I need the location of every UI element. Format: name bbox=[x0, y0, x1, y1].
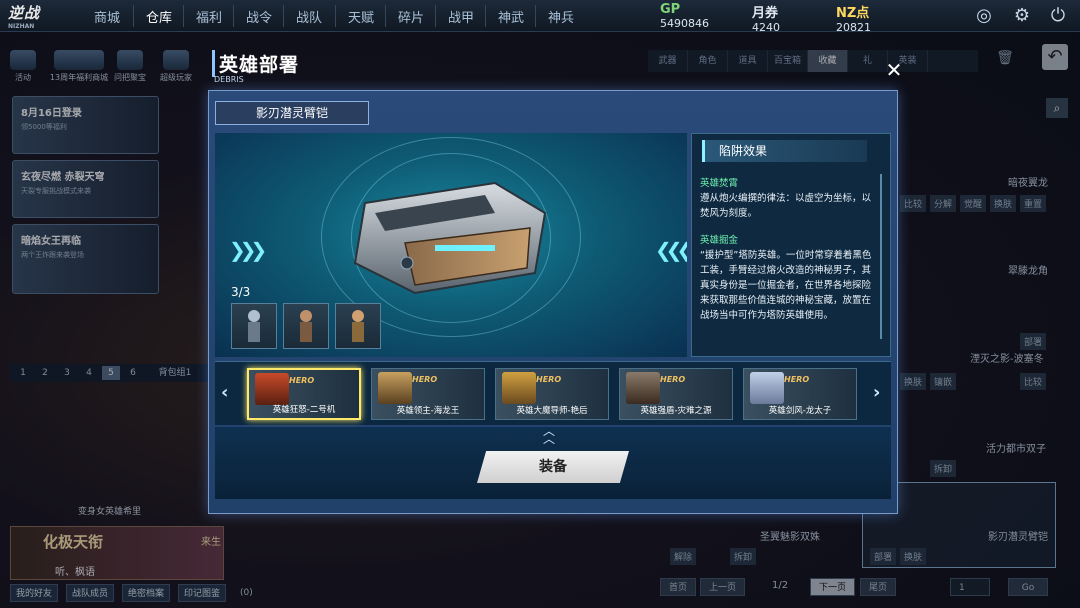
hero-figure-icon bbox=[352, 310, 364, 342]
hero-card-name: 英雄剑风-龙太子 bbox=[768, 406, 832, 416]
description-scrollbar[interactable] bbox=[880, 174, 882, 339]
effect-heading: 英雄焚霄 bbox=[700, 178, 739, 189]
equip-button[interactable]: 装备 bbox=[477, 451, 629, 483]
hero-tag: HERO bbox=[784, 375, 810, 384]
effect-text: 遵从炮火编撰的律法：以虚空为坐标，以焚风为刻度。 bbox=[700, 193, 872, 219]
nav-tab-god-weapon[interactable]: 神兵 bbox=[548, 7, 574, 26]
nav-tab-warehouse[interactable]: 仓库 bbox=[146, 7, 172, 26]
logo-sub: NIZHAN bbox=[8, 23, 35, 30]
nav-tab-clan[interactable]: 战队 bbox=[296, 7, 322, 26]
nav-divider bbox=[283, 5, 284, 27]
nav-tab-fragments[interactable]: 碎片 bbox=[398, 7, 424, 26]
hero-thumbnail[interactable] bbox=[335, 303, 381, 349]
nav-divider bbox=[485, 5, 486, 27]
settings-icon[interactable]: ⚙ bbox=[1010, 4, 1034, 28]
item-showcase: ❯❯❯ ❮❮❮ 3/3 bbox=[215, 133, 687, 357]
effect-text: “援护型”塔防英雄。一位时常穿着着黑色工装，手臂经过熔火改造的神秘男子，其真实身… bbox=[700, 250, 872, 321]
nav-tab-talent[interactable]: 天赋 bbox=[348, 7, 374, 26]
scroll-right-indicator-icon: ❯❯❯ bbox=[229, 238, 267, 262]
currency-nz: NZ点 20821 bbox=[836, 2, 871, 34]
hero-portrait bbox=[750, 372, 784, 404]
hero-card[interactable]: HERO 英雄大魔导师-艳后 bbox=[495, 368, 609, 420]
trap-effect-body: 英雄焚霄 遵从炮火编撰的律法：以虚空为坐标，以焚风为刻度。 英雄掘金 “援护型”… bbox=[700, 176, 876, 323]
nav-tab-divine-weapon[interactable]: 神武 bbox=[498, 7, 524, 26]
item-name-tab[interactable]: 影刃潜灵臂铠 bbox=[215, 101, 369, 125]
prev-arrow-icon[interactable]: ‹ bbox=[221, 382, 228, 403]
next-arrow-icon[interactable]: › bbox=[873, 382, 880, 403]
hero-tag: HERO bbox=[412, 375, 438, 384]
hero-tag: HERO bbox=[660, 375, 686, 384]
nav-tab-battlepass[interactable]: 战令 bbox=[246, 7, 272, 26]
nav-divider bbox=[183, 5, 184, 27]
expand-up-icon[interactable]: ︿ ︿ bbox=[543, 425, 555, 445]
hero-tag: HERO bbox=[536, 375, 562, 384]
nav-tab-armor[interactable]: 战甲 bbox=[448, 7, 474, 26]
hero-portrait bbox=[502, 372, 536, 404]
currency-label: 月券 bbox=[752, 6, 779, 21]
currency-label: GP bbox=[660, 2, 681, 17]
hero-thumbnail[interactable] bbox=[283, 303, 329, 349]
scroll-left-indicator-icon: ❮❮❮ bbox=[655, 238, 687, 262]
arm-gauntlet-icon bbox=[353, 181, 547, 295]
nav-divider bbox=[335, 5, 336, 27]
nav-divider bbox=[233, 5, 234, 27]
currency-gp: GP 5490846 bbox=[660, 2, 709, 30]
hero-card-name: 英雄强盾-灾难之源 bbox=[640, 406, 712, 416]
hero-card[interactable]: HERO 英雄剑风-龙太子 bbox=[743, 368, 857, 420]
currency-value: 5490846 bbox=[660, 17, 709, 30]
nav-divider bbox=[535, 5, 536, 27]
effect-heading: 英雄掘金 bbox=[700, 235, 739, 246]
nav-tab-welfare[interactable]: 福利 bbox=[196, 7, 222, 26]
hero-card-selected[interactable]: HERO 英雄狂怒-二号机 bbox=[247, 368, 361, 420]
trap-effect-panel: 陷阱效果 英雄焚霄 遵从炮火编撰的律法：以虚空为坐标，以焚风为刻度。 英雄掘金 … bbox=[691, 133, 891, 357]
hero-card-name: 英雄领主-海龙王 bbox=[396, 406, 460, 416]
nav-divider bbox=[435, 5, 436, 27]
game-screen: 逆战 NIZHAN 商城 仓库 福利 战令 战队 天赋 碎片 战甲 神武 神兵 G… bbox=[0, 0, 1080, 608]
target-icon[interactable]: ◎ bbox=[972, 4, 996, 28]
hero-card[interactable]: HERO 英雄领主-海龙王 bbox=[371, 368, 485, 420]
modal-subtitle: DEBRIS bbox=[214, 75, 244, 84]
hero-figure-icon bbox=[300, 310, 312, 342]
hero-portrait bbox=[626, 372, 660, 404]
hero-tag: HERO bbox=[289, 376, 315, 385]
hero-portrait bbox=[255, 373, 289, 405]
nav-tab-shop[interactable]: 商城 bbox=[94, 7, 120, 26]
hero-figure-icon bbox=[248, 310, 260, 342]
nav-divider bbox=[385, 5, 386, 27]
trap-effect-title: 陷阱效果 bbox=[702, 140, 867, 162]
hero-card-strip: ‹ HERO 英雄狂怒-二号机 HERO 英雄领主-海龙王 HERO 英雄大魔导… bbox=[215, 361, 891, 425]
close-icon[interactable]: ✕ bbox=[884, 60, 904, 80]
game-logo: 逆战 NIZHAN bbox=[8, 2, 68, 30]
hero-card-name: 英雄狂怒-二号机 bbox=[272, 405, 336, 415]
top-nav-bar: 逆战 NIZHAN 商城 仓库 福利 战令 战队 天赋 碎片 战甲 神武 神兵 G… bbox=[0, 0, 1080, 34]
power-icon[interactable]: ⏻ bbox=[1046, 4, 1070, 28]
hero-portrait bbox=[378, 372, 412, 404]
nav-divider bbox=[133, 5, 134, 27]
currency-coupon: 月券 4240 bbox=[752, 2, 780, 34]
hero-deploy-modal: 影刃潜灵臂铠 ❯❯❯ ❮❮❮ 3/3 陷阱效果 英雄焚霄 遵从炮火编撰的律法：以… bbox=[208, 90, 898, 514]
hero-count: 3/3 bbox=[231, 285, 251, 299]
logo-text: 逆战 bbox=[8, 4, 41, 22]
hero-card[interactable]: HERO 英雄强盾-灾难之源 bbox=[619, 368, 733, 420]
hero-card-name: 英雄大魔导师-艳后 bbox=[516, 406, 588, 416]
hero-thumbnail[interactable] bbox=[231, 303, 277, 349]
modal-title: 英雄部署 bbox=[212, 50, 299, 77]
currency-label: NZ点 bbox=[836, 6, 870, 21]
